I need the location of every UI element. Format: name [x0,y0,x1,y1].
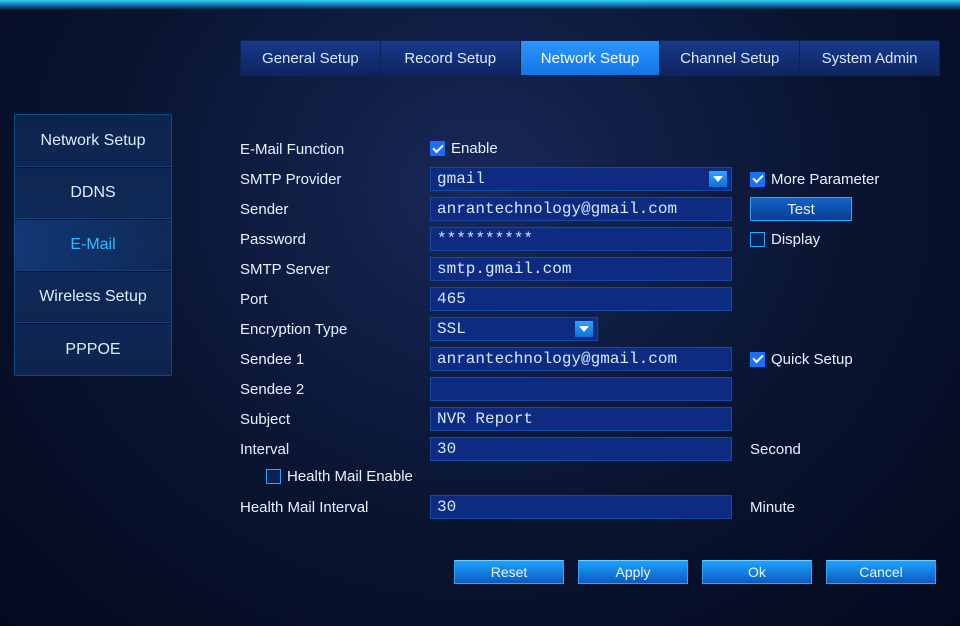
label-smtp-server: SMTP Server [240,261,420,278]
checkbox-box-icon [266,469,281,484]
label-port: Port [240,291,420,308]
tab-channel-setup[interactable]: Channel Setup [660,41,800,75]
input-sendee2[interactable] [430,377,732,401]
checkbox-more-parameter-label: More Parameter [771,171,879,188]
select-smtp-provider[interactable]: gmail [430,167,732,191]
label-interval: Interval [240,441,420,458]
input-interval[interactable]: 30 [430,437,732,461]
tab-general-setup[interactable]: General Setup [241,41,381,75]
input-health-interval-value: 30 [437,498,456,516]
select-encryption-value: SSL [437,320,466,338]
checkmark-icon [430,141,445,156]
input-port-value: 465 [437,290,466,308]
checkbox-quick-setup-label: Quick Setup [771,351,853,368]
input-interval-value: 30 [437,440,456,458]
email-settings-form: E-Mail Function Enable SMTP Provider gma… [240,134,940,522]
tab-network-setup[interactable]: Network Setup [521,41,661,75]
label-smtp-provider: SMTP Provider [240,171,420,188]
checkmark-icon [750,172,765,187]
sidebar-item-email[interactable]: E-Mail [15,219,171,271]
input-sendee1-value: anrantechnology@gmail.com [437,350,677,368]
input-sendee1[interactable]: anrantechnology@gmail.com [430,347,732,371]
checkbox-quick-setup[interactable]: Quick Setup [750,351,853,368]
checkbox-health-mail-label: Health Mail Enable [287,468,413,485]
input-smtp-server[interactable]: smtp.gmail.com [430,257,732,281]
checkbox-display[interactable]: Display [750,231,820,248]
select-smtp-provider-value: gmail [437,170,485,188]
checkbox-health-mail-enable[interactable]: Health Mail Enable [250,468,413,485]
sidebar-item-pppoe[interactable]: PPPOE [15,323,171,375]
sidebar-item-ddns[interactable]: DDNS [15,167,171,219]
label-health-interval: Health Mail Interval [240,499,420,516]
label-encryption: Encryption Type [240,321,420,338]
input-subject[interactable]: NVR Report [430,407,732,431]
label-sendee1: Sendee 1 [240,351,420,368]
label-password: Password [240,231,420,248]
tab-record-setup[interactable]: Record Setup [381,41,521,75]
input-subject-value: NVR Report [437,410,533,428]
input-health-interval[interactable]: 30 [430,495,732,519]
input-sender-value: anrantechnology@gmail.com [437,200,677,218]
cancel-button[interactable]: Cancel [826,560,936,584]
input-password[interactable]: ********** [430,227,732,251]
sidebar-item-wireless-setup[interactable]: Wireless Setup [15,271,171,323]
main-tabbar: General Setup Record Setup Network Setup… [240,40,940,76]
input-port[interactable]: 465 [430,287,732,311]
select-encryption[interactable]: SSL [430,317,598,341]
checkbox-more-parameter[interactable]: More Parameter [750,171,879,188]
checkbox-enable-label: Enable [451,140,498,157]
test-button[interactable]: Test [750,197,852,221]
reset-button[interactable]: Reset [454,560,564,584]
label-second: Second [750,441,950,458]
window-top-glow [0,0,960,10]
bottom-button-bar: Reset Apply Ok Cancel [454,560,936,584]
ok-button[interactable]: Ok [702,560,812,584]
label-email-function: E-Mail Function [240,141,420,158]
input-password-value: ********** [437,230,533,248]
chevron-down-icon [575,321,593,337]
label-sendee2: Sendee 2 [240,381,420,398]
network-sidebar: Network Setup DDNS E-Mail Wireless Setup… [14,114,172,376]
tab-system-admin[interactable]: System Admin [800,41,939,75]
input-smtp-server-value: smtp.gmail.com [437,260,571,278]
apply-button[interactable]: Apply [578,560,688,584]
chevron-down-icon [709,171,727,187]
label-sender: Sender [240,201,420,218]
checkbox-box-icon [750,232,765,247]
checkbox-display-label: Display [771,231,820,248]
checkmark-icon [750,352,765,367]
label-minute: Minute [750,499,950,516]
label-subject: Subject [240,411,420,428]
sidebar-item-network-setup[interactable]: Network Setup [15,115,171,167]
checkbox-enable[interactable]: Enable [430,140,498,157]
input-sender[interactable]: anrantechnology@gmail.com [430,197,732,221]
